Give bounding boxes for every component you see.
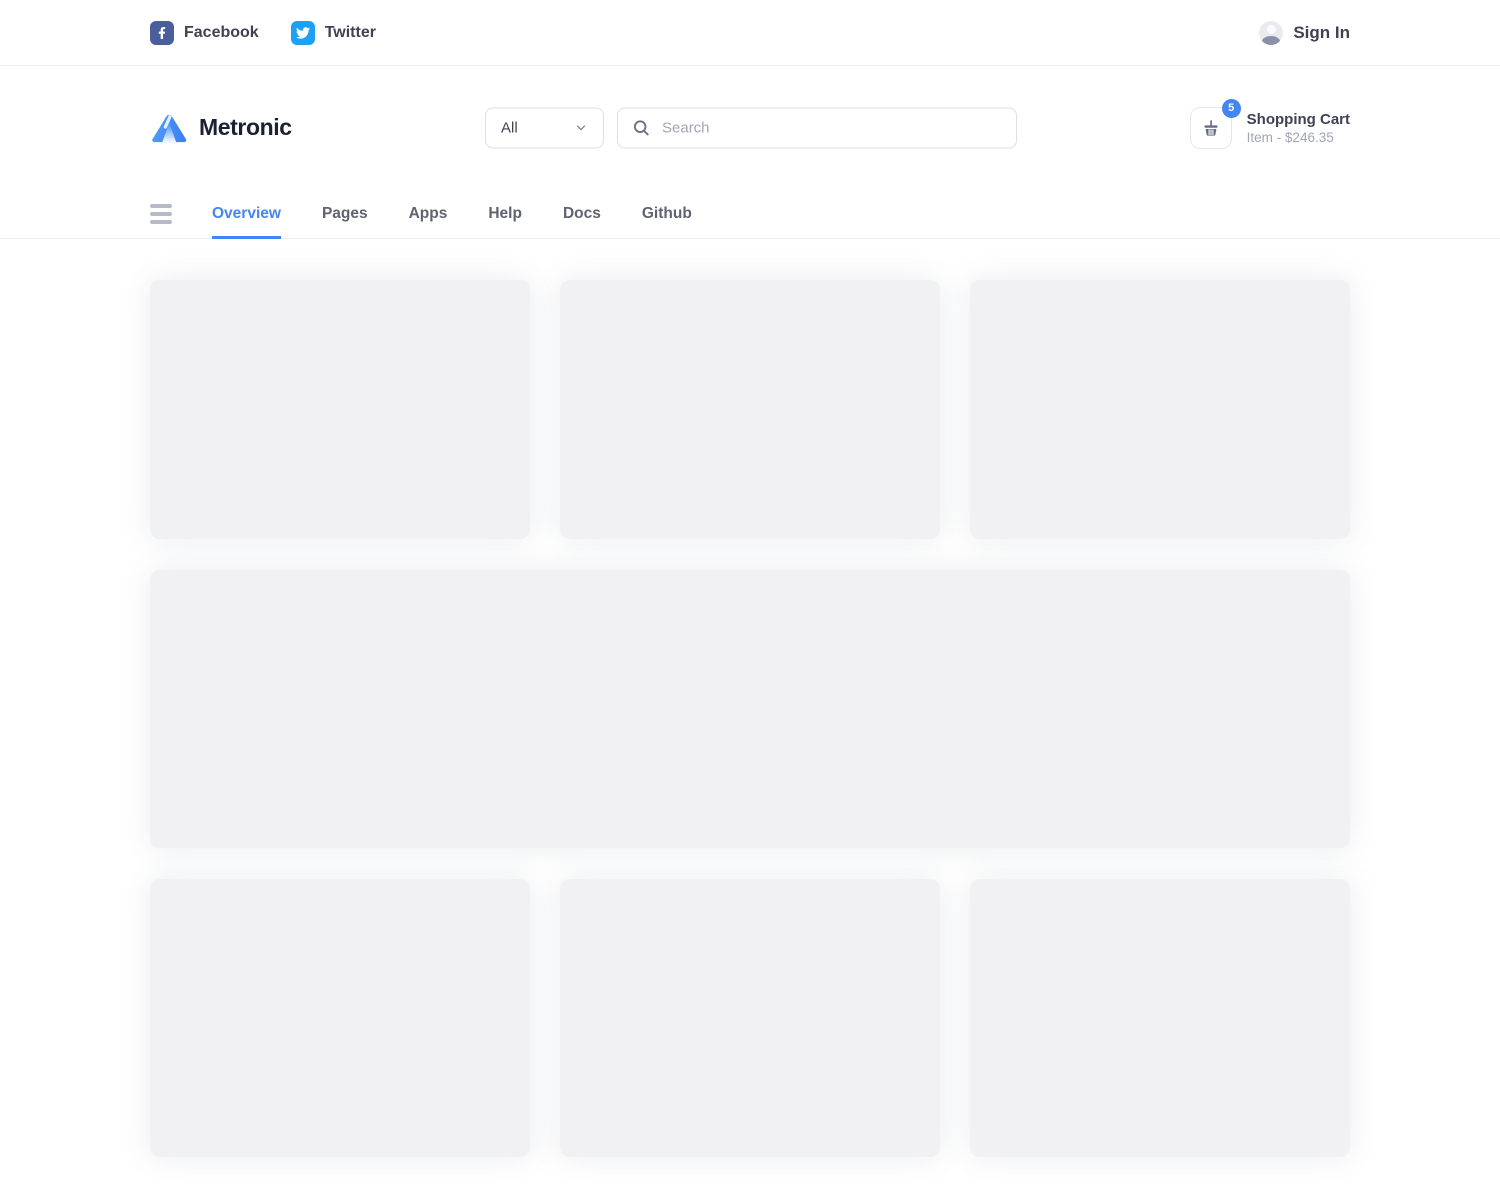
cart-button[interactable]: 5 [1190, 107, 1232, 149]
search-icon [632, 118, 651, 137]
cart-subtitle: Item - $246.35 [1247, 130, 1350, 145]
nav-items: Overview Pages Apps Help Docs Github [212, 189, 733, 238]
hamburger-menu-icon[interactable] [150, 189, 172, 238]
sign-in-button[interactable]: Sign In [1259, 21, 1350, 45]
nav-item-pages[interactable]: Pages [322, 189, 368, 238]
placeholder-banner [150, 570, 1350, 848]
basket-icon [1200, 117, 1222, 139]
placeholder-card [560, 879, 940, 1157]
logo-text: Metronic [199, 114, 292, 141]
nav-item-apps[interactable]: Apps [409, 189, 448, 238]
search-box [617, 107, 1017, 148]
twitter-icon [291, 21, 315, 45]
placeholder-card [150, 879, 530, 1157]
placeholder-card [970, 879, 1350, 1157]
logo[interactable]: Metronic [150, 113, 292, 143]
placeholder-card [150, 280, 530, 539]
category-select-value: All [501, 119, 518, 136]
metronic-logo-icon [150, 113, 189, 143]
main-navbar: Overview Pages Apps Help Docs Github [0, 189, 1500, 239]
nav-item-github[interactable]: Github [642, 189, 692, 238]
nav-item-help[interactable]: Help [488, 189, 522, 238]
twitter-link[interactable]: Twitter [291, 21, 376, 45]
twitter-label: Twitter [325, 24, 376, 42]
cart-info: Shopping Cart Item - $246.35 [1247, 110, 1350, 145]
facebook-icon [150, 21, 174, 45]
facebook-label: Facebook [184, 24, 259, 42]
main-header: Metronic All [0, 66, 1500, 189]
category-select[interactable]: All [485, 107, 604, 148]
placeholder-card [970, 280, 1350, 539]
topbar: Facebook Twitter Sign In [0, 0, 1500, 66]
cart-count-badge: 5 [1222, 99, 1241, 118]
nav-item-docs[interactable]: Docs [563, 189, 601, 238]
nav-item-overview[interactable]: Overview [212, 189, 281, 238]
placeholder-card [560, 280, 940, 539]
search-group: All [485, 107, 1017, 148]
sign-in-label: Sign In [1293, 23, 1350, 43]
user-avatar-icon [1259, 21, 1283, 45]
chevron-down-icon [574, 121, 588, 135]
facebook-link[interactable]: Facebook [150, 21, 259, 45]
search-input[interactable] [662, 119, 1002, 136]
shopping-cart: 5 Shopping Cart Item - $246.35 [1190, 107, 1350, 149]
content-area [0, 239, 1500, 1199]
cart-title: Shopping Cart [1247, 110, 1350, 130]
